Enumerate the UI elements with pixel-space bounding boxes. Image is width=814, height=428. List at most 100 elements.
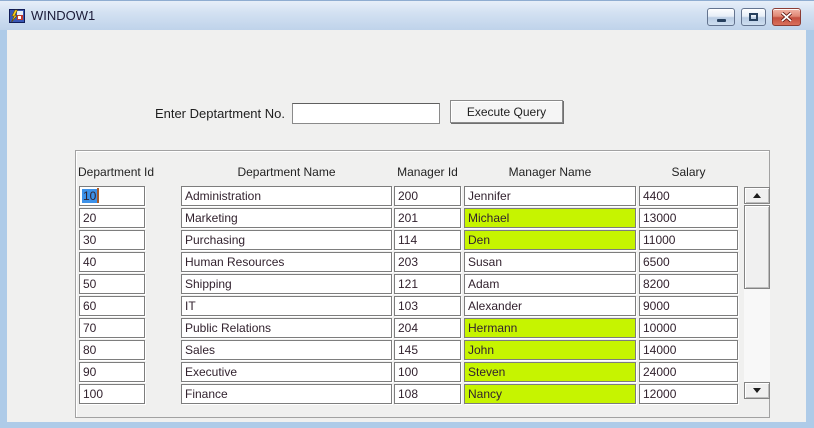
cell-value: 30	[82, 233, 97, 247]
close-button[interactable]	[772, 8, 801, 26]
cell-value: 121	[397, 277, 419, 291]
text-caret	[97, 188, 99, 203]
cell-manager-name[interactable]: Adam	[464, 274, 636, 294]
minimize-icon	[717, 19, 726, 22]
cell-value: 100	[82, 387, 104, 401]
app-icon	[9, 8, 25, 24]
cell-department-id[interactable]: 40	[79, 252, 145, 272]
table-row: 80 Sales 145 John 14000	[76, 340, 769, 360]
cell-value: 10	[82, 189, 97, 203]
cell-manager-name[interactable]: Michael	[464, 208, 636, 228]
minimize-button[interactable]	[707, 8, 735, 26]
cell-value: 200	[397, 189, 419, 203]
cell-salary[interactable]: 8200	[639, 274, 738, 294]
cell-department-name[interactable]: Shipping	[181, 274, 392, 294]
cell-department-name[interactable]: Finance	[181, 384, 392, 404]
cell-value: 70	[82, 321, 97, 335]
cell-salary[interactable]: 6500	[639, 252, 738, 272]
cell-value: Steven	[467, 365, 506, 379]
cell-manager-id[interactable]: 114	[394, 230, 461, 250]
down-triangle-icon	[753, 388, 761, 393]
scrollbar-up-button[interactable]	[744, 187, 770, 204]
cell-value: 103	[397, 299, 419, 313]
cell-department-id[interactable]: 70	[79, 318, 145, 338]
cell-department-name[interactable]: Sales	[181, 340, 392, 360]
scrollbar-down-button[interactable]	[744, 382, 770, 399]
cell-department-id[interactable]: 30	[79, 230, 145, 250]
cell-department-id[interactable]: 20	[79, 208, 145, 228]
cell-department-id[interactable]: 90	[79, 362, 145, 382]
cell-manager-name[interactable]: Alexander	[464, 296, 636, 316]
cell-department-id[interactable]: 10	[79, 186, 145, 206]
cell-value: Den	[467, 233, 491, 247]
cell-value: 24000	[642, 365, 677, 379]
cell-salary[interactable]: 4400	[639, 186, 738, 206]
cell-value: Purchasing	[184, 233, 246, 247]
cell-salary[interactable]: 11000	[639, 230, 738, 250]
cell-department-id[interactable]: 50	[79, 274, 145, 294]
window-controls	[707, 8, 801, 26]
cell-department-name[interactable]: IT	[181, 296, 392, 316]
cell-value: Nancy	[467, 387, 503, 401]
column-header-department-id: Department Id	[78, 165, 158, 182]
cell-value: Public Relations	[184, 321, 272, 335]
cell-salary[interactable]: 13000	[639, 208, 738, 228]
cell-manager-name[interactable]: Susan	[464, 252, 636, 272]
close-icon	[781, 12, 792, 22]
cell-department-name[interactable]: Public Relations	[181, 318, 392, 338]
cell-value: IT	[184, 299, 197, 313]
cell-department-name[interactable]: Human Resources	[181, 252, 392, 272]
cell-value: Jennifer	[467, 189, 512, 203]
cell-value: 60	[82, 299, 97, 313]
departments-grid: Department Id Department Name Manager Id…	[75, 150, 770, 418]
scrollbar-track[interactable]	[744, 204, 770, 382]
department-no-input[interactable]	[292, 103, 440, 124]
cell-value: Executive	[184, 365, 238, 379]
column-header-manager-id: Manager Id	[394, 165, 461, 182]
cell-manager-id[interactable]: 121	[394, 274, 461, 294]
window-frame: Enter Deptartment No. Execute Query Depa…	[0, 30, 814, 428]
cell-manager-id[interactable]: 201	[394, 208, 461, 228]
cell-manager-id[interactable]: 203	[394, 252, 461, 272]
form-canvas: Enter Deptartment No. Execute Query Depa…	[7, 30, 806, 422]
cell-manager-name[interactable]: John	[464, 340, 636, 360]
cell-manager-id[interactable]: 108	[394, 384, 461, 404]
table-row: 20 Marketing 201 Michael 13000	[76, 208, 769, 228]
cell-department-id[interactable]: 80	[79, 340, 145, 360]
cell-manager-id[interactable]: 204	[394, 318, 461, 338]
cell-manager-id[interactable]: 103	[394, 296, 461, 316]
cell-value: 145	[397, 343, 419, 357]
cell-value: 13000	[642, 211, 677, 225]
cell-department-name[interactable]: Administration	[181, 186, 392, 206]
column-header-salary: Salary	[639, 165, 738, 182]
cell-salary[interactable]: 12000	[639, 384, 738, 404]
cell-value: 8200	[642, 277, 671, 291]
titlebar[interactable]: WINDOW1	[0, 0, 814, 30]
cell-manager-name[interactable]: Den	[464, 230, 636, 250]
restore-button[interactable]	[741, 8, 766, 26]
cell-value: Susan	[467, 255, 503, 269]
cell-department-name[interactable]: Marketing	[181, 208, 392, 228]
cell-salary[interactable]: 10000	[639, 318, 738, 338]
cell-value: 80	[82, 343, 97, 357]
cell-department-id[interactable]: 100	[79, 384, 145, 404]
execute-query-button[interactable]: Execute Query	[450, 100, 563, 123]
scrollbar-thumb[interactable]	[744, 205, 770, 289]
cell-manager-name[interactable]: Jennifer	[464, 186, 636, 206]
cell-department-id[interactable]: 60	[79, 296, 145, 316]
cell-salary[interactable]: 24000	[639, 362, 738, 382]
cell-salary[interactable]: 9000	[639, 296, 738, 316]
table-row: 100 Finance 108 Nancy 12000	[76, 384, 769, 404]
cell-manager-name[interactable]: Nancy	[464, 384, 636, 404]
table-row: 40 Human Resources 203 Susan 6500	[76, 252, 769, 272]
department-no-label: Enter Deptartment No.	[127, 103, 285, 124]
cell-department-name[interactable]: Purchasing	[181, 230, 392, 250]
cell-department-name[interactable]: Executive	[181, 362, 392, 382]
cell-manager-id[interactable]: 200	[394, 186, 461, 206]
cell-manager-id[interactable]: 145	[394, 340, 461, 360]
cell-manager-name[interactable]: Hermann	[464, 318, 636, 338]
cell-manager-name[interactable]: Steven	[464, 362, 636, 382]
vertical-scrollbar[interactable]	[744, 187, 770, 399]
cell-salary[interactable]: 14000	[639, 340, 738, 360]
cell-manager-id[interactable]: 100	[394, 362, 461, 382]
